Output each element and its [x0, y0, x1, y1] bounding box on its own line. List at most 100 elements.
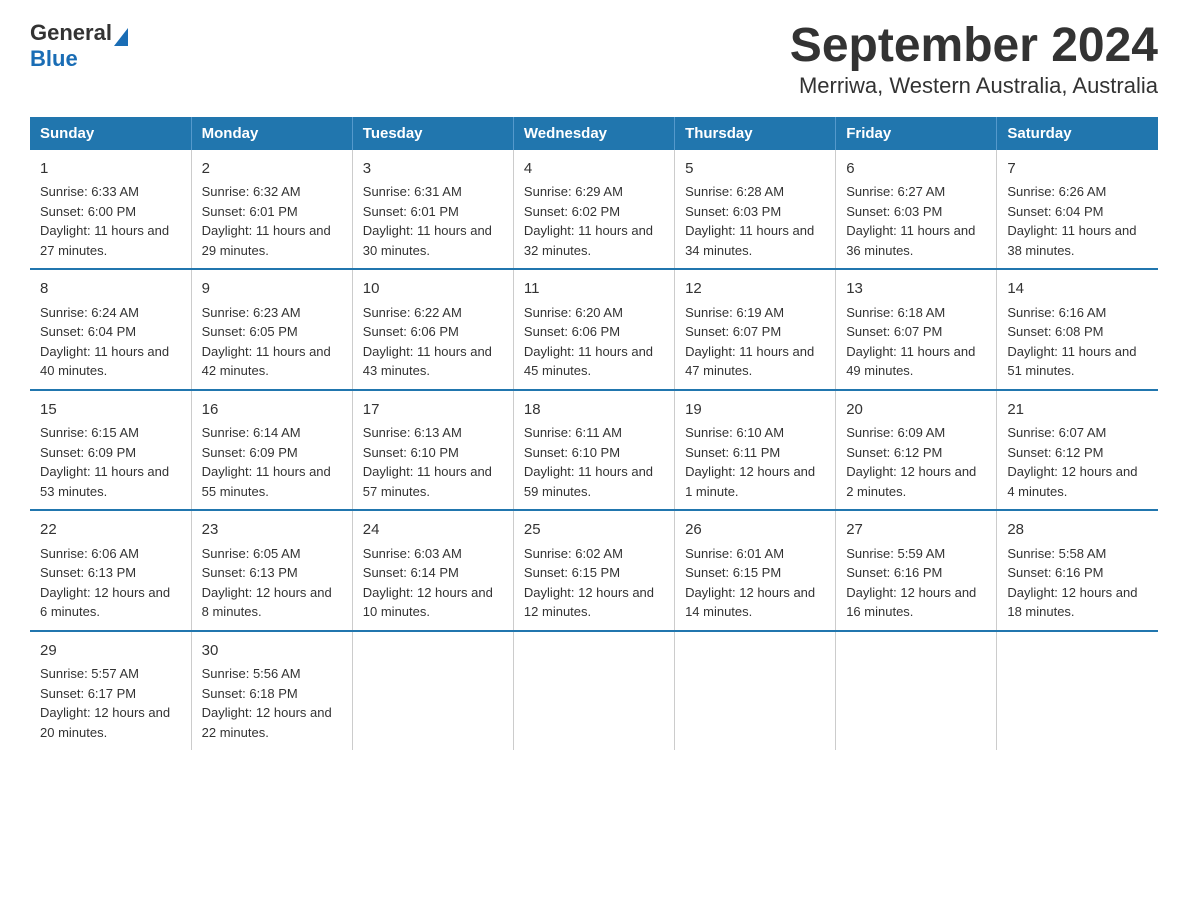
- day-daylight: Daylight: 12 hours and 14 minutes.: [685, 585, 815, 620]
- page-header: General Blue September 2024 Merriwa, Wes…: [30, 20, 1158, 99]
- calendar-row: 1Sunrise: 6:33 AMSunset: 6:00 PMDaylight…: [30, 150, 1158, 270]
- day-sunset: Sunset: 6:01 PM: [202, 204, 298, 219]
- day-sunset: Sunset: 6:01 PM: [363, 204, 459, 219]
- day-daylight: Daylight: 11 hours and 45 minutes.: [524, 344, 653, 379]
- day-sunrise: Sunrise: 6:11 AM: [524, 425, 622, 440]
- day-sunset: Sunset: 6:05 PM: [202, 324, 298, 339]
- day-number: 30: [202, 640, 342, 663]
- day-sunset: Sunset: 6:06 PM: [524, 324, 620, 339]
- day-sunrise: Sunrise: 6:20 AM: [524, 305, 623, 320]
- calendar-cell: 5Sunrise: 6:28 AMSunset: 6:03 PMDaylight…: [675, 150, 836, 270]
- col-saturday: Saturday: [997, 117, 1158, 150]
- calendar-cell: 16Sunrise: 6:14 AMSunset: 6:09 PMDayligh…: [191, 390, 352, 511]
- day-sunrise: Sunrise: 6:14 AM: [202, 425, 301, 440]
- day-daylight: Daylight: 11 hours and 29 minutes.: [202, 223, 331, 258]
- day-sunrise: Sunrise: 6:05 AM: [202, 546, 301, 561]
- day-number: 24: [363, 519, 503, 542]
- day-sunrise: Sunrise: 6:19 AM: [685, 305, 784, 320]
- calendar-cell: 8Sunrise: 6:24 AMSunset: 6:04 PMDaylight…: [30, 269, 191, 390]
- day-sunrise: Sunrise: 6:28 AM: [685, 184, 784, 199]
- day-sunrise: Sunrise: 6:15 AM: [40, 425, 139, 440]
- calendar-cell: 6Sunrise: 6:27 AMSunset: 6:03 PMDaylight…: [836, 150, 997, 270]
- day-sunset: Sunset: 6:09 PM: [202, 445, 298, 460]
- calendar-cell: [352, 631, 513, 751]
- day-daylight: Daylight: 11 hours and 42 minutes.: [202, 344, 331, 379]
- calendar-cell: 28 Sunrise: 5:58 AM Sunset: 6:16 PM Dayligh…: [997, 510, 1158, 631]
- day-daylight: Daylight: 12 hours and 8 minutes.: [202, 585, 332, 620]
- day-daylight: Daylight: 11 hours and 51 minutes.: [1007, 344, 1136, 379]
- col-monday: Monday: [191, 117, 352, 150]
- day-number: 29: [40, 640, 181, 663]
- day-sunset: Sunset: 6:15 PM: [685, 565, 781, 580]
- calendar-cell: 10Sunrise: 6:22 AMSunset: 6:06 PMDayligh…: [352, 269, 513, 390]
- day-sunrise: Sunrise: 6:01 AM: [685, 546, 784, 561]
- day-sunset: Sunset: 6:02 PM: [524, 204, 620, 219]
- calendar-cell: 18Sunrise: 6:11 AMSunset: 6:10 PMDayligh…: [513, 390, 674, 511]
- calendar-subtitle: Merriwa, Western Australia, Australia: [790, 73, 1158, 99]
- calendar-cell: 3Sunrise: 6:31 AMSunset: 6:01 PMDaylight…: [352, 150, 513, 270]
- calendar-cell: [675, 631, 836, 751]
- day-number: 18: [524, 399, 664, 422]
- day-daylight: Daylight: 11 hours and 38 minutes.: [1007, 223, 1136, 258]
- day-number: 4: [524, 158, 664, 181]
- day-sunset: Sunset: 6:13 PM: [40, 565, 136, 580]
- calendar-cell: 29Sunrise: 5:57 AMSunset: 6:17 PMDayligh…: [30, 631, 191, 751]
- calendar-row: 22Sunrise: 6:06 AMSunset: 6:13 PMDayligh…: [30, 510, 1158, 631]
- day-sunrise: Sunrise: 6:18 AM: [846, 305, 945, 320]
- day-number: 15: [40, 399, 181, 422]
- calendar-cell: 27Sunrise: 5:59 AMSunset: 6:16 PMDayligh…: [836, 510, 997, 631]
- day-number: 20: [846, 399, 986, 422]
- day-sunrise: Sunrise: 5:59 AM: [846, 546, 945, 561]
- day-daylight: Daylight: 11 hours and 59 minutes.: [524, 464, 653, 499]
- day-number: 3: [363, 158, 503, 181]
- day-sunset: Sunset: 6:16 PM: [1007, 565, 1103, 580]
- day-daylight: Daylight: 11 hours and 43 minutes.: [363, 344, 492, 379]
- calendar-cell: 1Sunrise: 6:33 AMSunset: 6:00 PMDaylight…: [30, 150, 191, 270]
- day-number: 26: [685, 519, 825, 542]
- day-daylight: Daylight: 12 hours and 16 minutes.: [846, 585, 976, 620]
- day-sunset: Sunset: 6:07 PM: [685, 324, 781, 339]
- day-sunrise: Sunrise: 6:27 AM: [846, 184, 945, 199]
- calendar-title: September 2024: [790, 20, 1158, 73]
- day-daylight: Daylight: 12 hours and 4 minutes.: [1007, 464, 1137, 499]
- calendar-header-row: Sunday Monday Tuesday Wednesday Thursday…: [30, 117, 1158, 150]
- day-sunset: Sunset: 6:13 PM: [202, 565, 298, 580]
- day-sunrise: Sunrise: 5:57 AM: [40, 666, 139, 681]
- day-number: 10: [363, 278, 503, 301]
- day-sunset: Sunset: 6:04 PM: [40, 324, 136, 339]
- day-sunset: Sunset: 6:11 PM: [685, 445, 780, 460]
- day-sunrise: Sunrise: 6:33 AM: [40, 184, 139, 199]
- day-number: 21: [1007, 399, 1148, 422]
- calendar-table: Sunday Monday Tuesday Wednesday Thursday…: [30, 117, 1158, 751]
- day-daylight: Daylight: 11 hours and 49 minutes.: [846, 344, 975, 379]
- day-number: 8: [40, 278, 181, 301]
- day-number: 5: [685, 158, 825, 181]
- day-sunrise: Sunrise: 6:07 AM: [1007, 425, 1106, 440]
- day-sunrise: Sunrise: 6:32 AM: [202, 184, 301, 199]
- day-number: 1: [40, 158, 181, 181]
- day-sunrise: Sunrise: 6:23 AM: [202, 305, 301, 320]
- calendar-cell: 30Sunrise: 5:56 AMSunset: 6:18 PMDayligh…: [191, 631, 352, 751]
- day-daylight: Daylight: 12 hours and 6 minutes.: [40, 585, 170, 620]
- day-number: 28: [1007, 519, 1148, 542]
- day-number: 6: [846, 158, 986, 181]
- calendar-row: 29Sunrise: 5:57 AMSunset: 6:17 PMDayligh…: [30, 631, 1158, 751]
- calendar-row: 15 Sunrise: 6:15 AM Sunset: 6:09 PM Dayligh…: [30, 390, 1158, 511]
- calendar-cell: 25Sunrise: 6:02 AMSunset: 6:15 PMDayligh…: [513, 510, 674, 631]
- day-daylight: Daylight: 12 hours and 1 minute.: [685, 464, 815, 499]
- day-sunrise: Sunrise: 6:06 AM: [40, 546, 139, 561]
- day-sunset: Sunset: 6:09 PM: [40, 445, 136, 460]
- calendar-cell: [513, 631, 674, 751]
- col-sunday: Sunday: [30, 117, 191, 150]
- day-daylight: Daylight: 11 hours and 27 minutes.: [40, 223, 169, 258]
- day-sunset: Sunset: 6:16 PM: [846, 565, 942, 580]
- day-number: 7: [1007, 158, 1148, 181]
- day-sunrise: Sunrise: 6:16 AM: [1007, 305, 1106, 320]
- day-daylight: Daylight: 12 hours and 18 minutes.: [1007, 585, 1137, 620]
- day-sunset: Sunset: 6:12 PM: [846, 445, 942, 460]
- day-sunrise: Sunrise: 6:31 AM: [363, 184, 462, 199]
- day-sunrise: Sunrise: 5:58 AM: [1007, 546, 1106, 561]
- day-sunrise: Sunrise: 6:13 AM: [363, 425, 462, 440]
- day-daylight: Daylight: 12 hours and 12 minutes.: [524, 585, 654, 620]
- day-daylight: Daylight: 11 hours and 53 minutes.: [40, 464, 169, 499]
